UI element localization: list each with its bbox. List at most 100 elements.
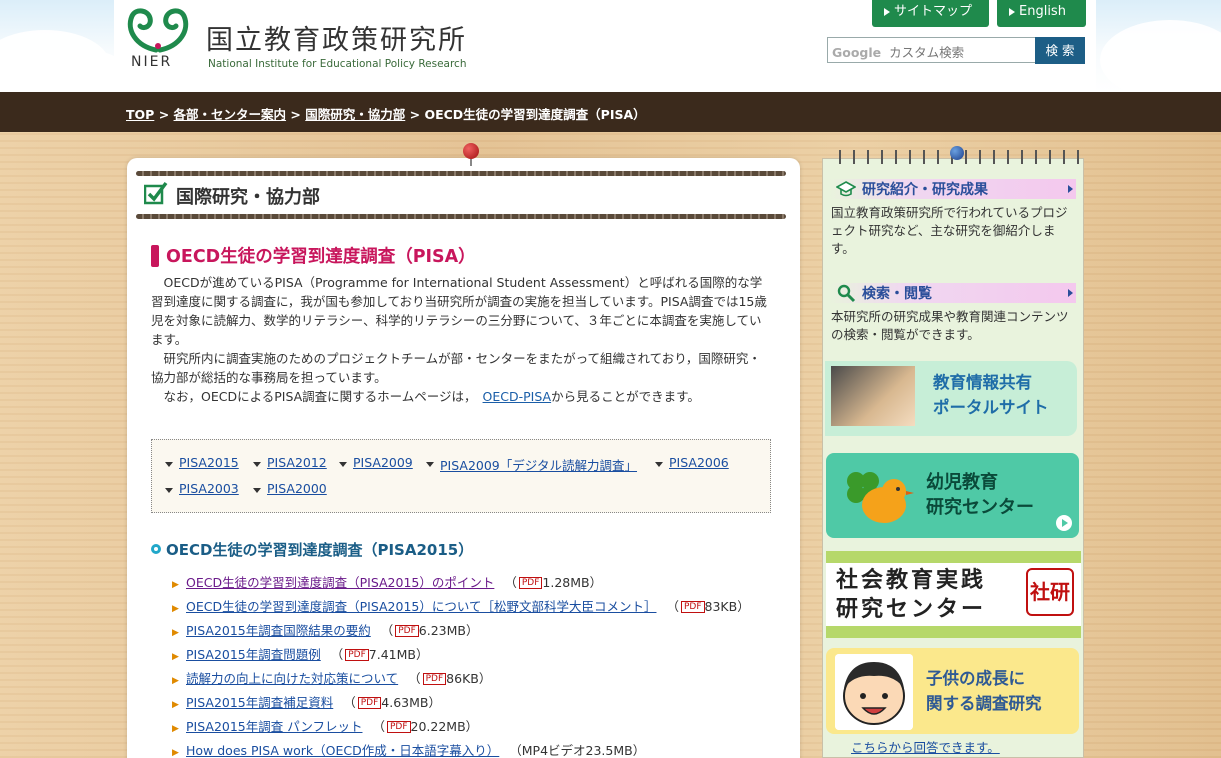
file-size: 7.41MB）: [368, 647, 429, 662]
sidebar-research-link[interactable]: 研究紹介・研究成果: [830, 179, 1076, 199]
cloud-decoration: [1100, 20, 1221, 92]
breadcrumb-separator: >: [158, 107, 170, 122]
page-title: OECD生徒の学習到達度調査（PISA）: [166, 247, 476, 267]
file-size: 1.28MB）: [542, 575, 603, 590]
year-link-pisa2015[interactable]: PISA2015: [165, 455, 239, 470]
search-button[interactable]: 検 索: [1035, 37, 1085, 64]
pdf-icon: PDF: [395, 625, 419, 637]
breadcrumb-top-link[interactable]: TOP: [126, 107, 154, 122]
breadcrumb: TOP > 各部・センター案内 > 国際研究・協力部 > OECD生徒の学習到達…: [0, 92, 1221, 132]
nier-logo-icon[interactable]: [126, 6, 190, 54]
child-growth-banner[interactable]: 子供の成長に 関する調査研究: [826, 648, 1079, 734]
portal-site-banner[interactable]: 教育情報共有 ポータルサイト: [825, 361, 1077, 436]
document-list-item: ▶ PISA2015年調査 パンフレット （PDF 20.22MB）: [172, 716, 478, 735]
arrow-bullet-icon: ▶: [172, 580, 179, 590]
early-childhood-banner[interactable]: 幼児教育 研究センター: [826, 453, 1079, 538]
breadcrumb-separator: >: [409, 107, 421, 122]
intro-paragraph-2: 研究所内に調査実施のためのプロジェクトチームが部・センターをまたがって組織されて…: [151, 351, 761, 385]
breadcrumb-departments-link[interactable]: 各部・センター案内: [174, 107, 287, 122]
pdf-icon: PDF: [345, 649, 369, 661]
search-input[interactable]: Google カスタム検索: [827, 37, 1036, 63]
portal-banner-text: 教育情報共有 ポータルサイト: [933, 370, 1049, 420]
paren-open: （: [368, 719, 385, 734]
sidebar-research-title: 研究紹介・研究成果: [862, 182, 988, 198]
intro-p3-tail: から見ることができます。: [551, 389, 700, 404]
survey-answer-link[interactable]: こちらから回答できます。: [851, 737, 1000, 756]
file-size: （MP4ビデオ23.5MB）: [509, 743, 646, 758]
arrow-bullet-icon: ▶: [172, 748, 179, 758]
sitemap-button[interactable]: サイトマップ: [872, 0, 989, 27]
checkbox-icon: [144, 181, 168, 205]
english-button[interactable]: English: [997, 0, 1086, 27]
document-list-item: ▶ OECD生徒の学習到達度調査（PISA2015）のポイント （PDF 1.28M…: [172, 572, 602, 591]
paren-open: （: [339, 695, 356, 710]
pdf-icon: PDF: [386, 721, 411, 733]
document-link[interactable]: OECD生徒の学習到達度調査（PISA2015）のポイント: [186, 575, 494, 590]
social-education-banner[interactable]: 社会教育実践 研究センター 社研: [826, 551, 1081, 638]
arrow-bullet-icon: ▶: [172, 700, 179, 710]
pdf-icon: PDF: [680, 601, 705, 613]
year-link-pisa2009-digital[interactable]: PISA2009「デジタル読解力調査」: [426, 455, 637, 474]
year-link-pisa2006[interactable]: PISA2006: [655, 455, 729, 470]
document-link[interactable]: 読解力の向上に向けた対応策について: [186, 671, 398, 686]
pdf-icon: PDF: [518, 577, 543, 589]
document-list-item: ▶ PISA2015年調査補足資料 （PDF 4.63MB）: [172, 692, 441, 711]
early-banner-text: 幼児教育 研究センター: [926, 470, 1034, 520]
seal-stamp-icon: 社研: [1026, 568, 1074, 616]
portal-banner-line1: 教育情報共有: [933, 373, 1032, 392]
year-link-pisa2009[interactable]: PISA2009: [339, 455, 413, 470]
year-link-pisa2000[interactable]: PISA2000: [253, 481, 327, 496]
child-banner-text: 子供の成長に 関する調査研究: [926, 666, 1042, 716]
document-link[interactable]: PISA2015年調査補足資料: [186, 695, 333, 710]
clover-bird-icon: [847, 472, 914, 523]
early-banner-line2: 研究センター: [926, 497, 1034, 518]
document-link[interactable]: How does PISA work（OECD作成・日本語字幕入り）: [186, 743, 499, 758]
social-banner-text: 社会教育実践 研究センター: [836, 566, 986, 624]
paren-open: （: [662, 599, 679, 614]
logo-nier-text: NIER: [131, 54, 173, 70]
paren-open: （: [404, 671, 421, 686]
year-link-pisa2012[interactable]: PISA2012: [253, 455, 327, 470]
document-list-item: ▶ OECD生徒の学習到達度調査（PISA2015）について［松野文部科学大臣コメ…: [172, 596, 750, 615]
pushpin-icon: [950, 146, 964, 160]
title-marker: [151, 245, 159, 267]
portal-banner-line2: ポータルサイト: [933, 398, 1049, 417]
google-brand-label: Google: [832, 45, 882, 60]
intro-p3-text: なお，OECDによるPISA調査に関するホームページは，: [163, 389, 477, 404]
file-size: 20.22MB）: [410, 719, 479, 734]
year-links-box: [151, 439, 771, 513]
pin-stem: [470, 158, 472, 166]
document-link[interactable]: PISA2015年調査国際結果の要約: [186, 623, 371, 638]
oecd-pisa-link[interactable]: OECD-PISA: [483, 389, 552, 404]
paren-open: （: [376, 623, 394, 638]
year-link-pisa2003[interactable]: PISA2003: [165, 481, 239, 496]
file-size: 83KB）: [704, 599, 750, 614]
arrow-bullet-icon: ▶: [172, 652, 179, 662]
pushpin-icon: [463, 143, 479, 159]
intro-paragraph-3: なお，OECDによるPISA調査に関するホームページは， OECD-PISAから見…: [151, 387, 771, 406]
search-placeholder: カスタム検索: [889, 45, 965, 60]
magnifier-icon: [837, 284, 856, 303]
file-size: 4.63MB）: [381, 695, 441, 710]
site-title[interactable]: 国立教育政策研究所: [206, 18, 467, 57]
heading-rule-top: [136, 171, 786, 176]
paren-open: （: [326, 647, 344, 662]
section-bullet-icon: [151, 544, 161, 554]
section-title: OECD生徒の学習到達度調査（PISA2015）: [166, 541, 474, 559]
early-banner-line1: 幼児教育: [926, 472, 998, 493]
document-link[interactable]: OECD生徒の学習到達度調査（PISA2015）について［松野文部科学大臣コメン…: [186, 599, 656, 614]
sidebar-search-link[interactable]: 検索・閲覧: [830, 283, 1076, 303]
breadcrumb-separator: >: [290, 107, 301, 122]
breadcrumb-international-link[interactable]: 国際研究・協力部: [305, 107, 405, 122]
child-banner-line1: 子供の成長に: [926, 669, 1025, 688]
pdf-icon: PDF: [422, 673, 447, 685]
document-link[interactable]: PISA2015年調査問題例: [186, 647, 321, 662]
document-list-item: ▶ PISA2015年調査国際結果の要約 （PDF 6.23MB）: [172, 620, 479, 639]
child-banner-line2: 関する調査研究: [926, 694, 1042, 713]
sidebar-search-title: 検索・閲覧: [862, 286, 932, 302]
department-title: 国際研究・協力部: [176, 187, 320, 208]
document-list-item: ▶ 読解力の向上に向けた対応策について （PDF 86KB）: [172, 668, 491, 687]
pdf-icon: PDF: [357, 697, 382, 709]
file-size: 6.23MB）: [418, 623, 479, 638]
document-link[interactable]: PISA2015年調査 パンフレット: [186, 719, 362, 734]
